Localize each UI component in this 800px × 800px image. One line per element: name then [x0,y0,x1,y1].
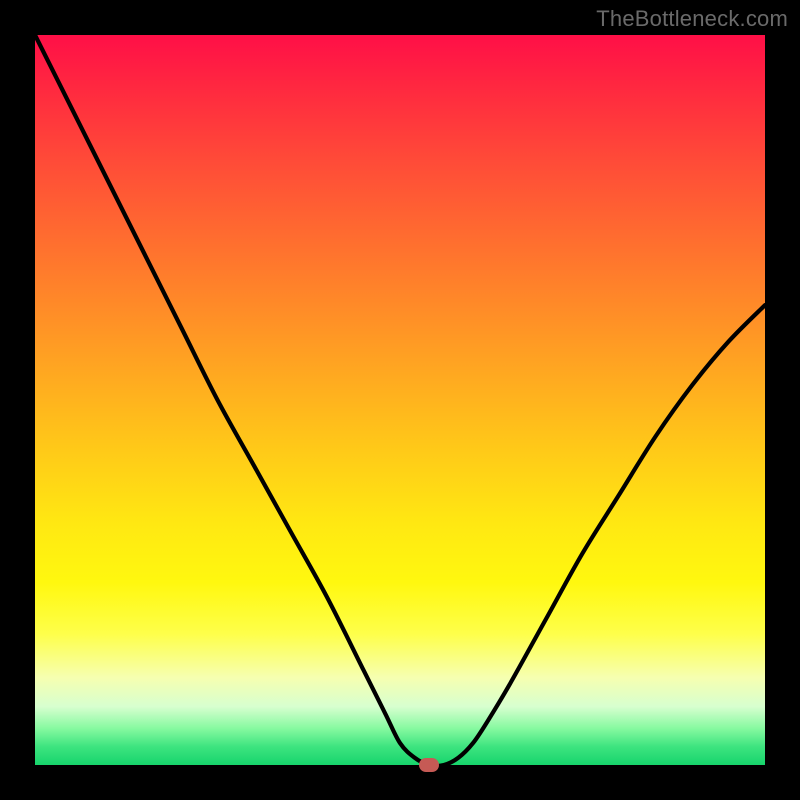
bottleneck-curve [35,35,765,765]
plot-area [35,35,765,765]
watermark-text: TheBottleneck.com [596,6,788,32]
chart-frame: TheBottleneck.com [0,0,800,800]
optimum-marker [419,758,439,772]
